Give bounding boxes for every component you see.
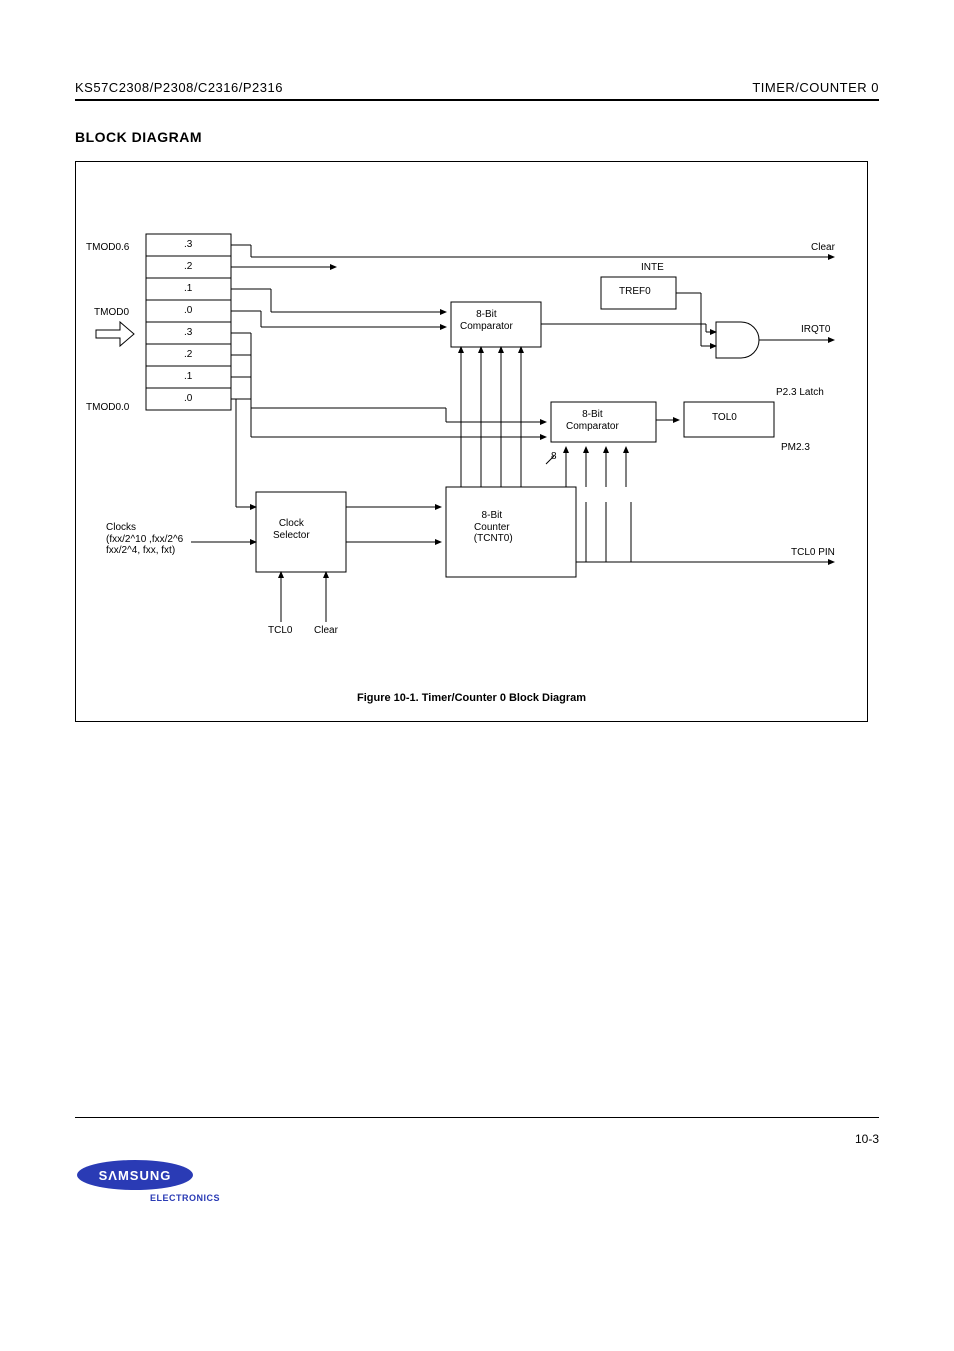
section-title: BLOCK DIAGRAM bbox=[75, 129, 879, 145]
label-tcl0-in: TCL0 bbox=[268, 625, 292, 637]
label-clear-in: Clear bbox=[314, 625, 338, 637]
reg-2a: .2 bbox=[184, 261, 192, 273]
diagram-svg bbox=[76, 162, 867, 721]
reg-3a: .3 bbox=[184, 239, 192, 251]
output-irqt0: IRQT0 bbox=[801, 324, 830, 336]
block-diagram: .3 .2 .1 .0 .3 .2 .1 .0 TMOD0.6 TMOD0.0 … bbox=[75, 161, 868, 722]
figure-caption: Figure 10-1. Timer/Counter 0 Block Diagr… bbox=[76, 692, 867, 705]
output-clear: Clear bbox=[811, 242, 835, 254]
block-comparator-lower: 8-Bit Comparator bbox=[566, 409, 619, 432]
label-tmod0-left: TMOD0 bbox=[94, 307, 129, 319]
svg-text:ELECTRONICS: ELECTRONICS bbox=[150, 1193, 220, 1203]
label-tmod0-lo: TMOD0.0 bbox=[86, 402, 129, 414]
block-counter: 8-Bit Counter (TCNT0) bbox=[471, 510, 513, 545]
page-number: 10-3 bbox=[855, 1132, 879, 1146]
reg-0b: .0 bbox=[184, 393, 192, 405]
header-rule bbox=[75, 99, 879, 101]
reg-1b: .1 bbox=[184, 371, 192, 383]
reg-2b: .2 bbox=[184, 349, 192, 361]
output-tcl0: TCL0 PIN bbox=[791, 547, 835, 559]
reg-3b: .3 bbox=[184, 327, 192, 339]
label-clocks: Clocks (fxx/2^10 ,fxx/2^6 fxx/2^4, fxx, … bbox=[106, 522, 183, 557]
block-comparator-upper: 8-Bit Comparator bbox=[460, 309, 513, 332]
block-tol0: TOL0 bbox=[712, 412, 737, 424]
label-tmod0-hi: TMOD0.6 bbox=[86, 242, 129, 254]
samsung-logo-icon: SΛMSUNG ELECTRONICS bbox=[75, 1159, 225, 1209]
reg-1a: .1 bbox=[184, 283, 192, 295]
block-clock-selector: Clock Selector bbox=[273, 518, 310, 541]
header-right: TIMER/COUNTER 0 bbox=[752, 80, 879, 95]
svg-text:SΛMSUNG: SΛMSUNG bbox=[99, 1168, 172, 1183]
block-tref0: TREF0 bbox=[619, 286, 651, 298]
header-left: KS57C2308/P2308/C2316/P2316 bbox=[75, 80, 283, 95]
header: KS57C2308/P2308/C2316/P2316 TIMER/COUNTE… bbox=[75, 80, 879, 99]
output-pm23: PM2.3 bbox=[781, 442, 810, 454]
output-p23: P2.3 Latch bbox=[776, 387, 824, 399]
label-inte: INTE bbox=[641, 262, 664, 274]
reg-0a: .0 bbox=[184, 305, 192, 317]
label-8: 8 bbox=[551, 451, 557, 463]
samsung-logo: SΛMSUNG ELECTRONICS bbox=[75, 1159, 225, 1209]
footer-rule bbox=[75, 1117, 879, 1118]
